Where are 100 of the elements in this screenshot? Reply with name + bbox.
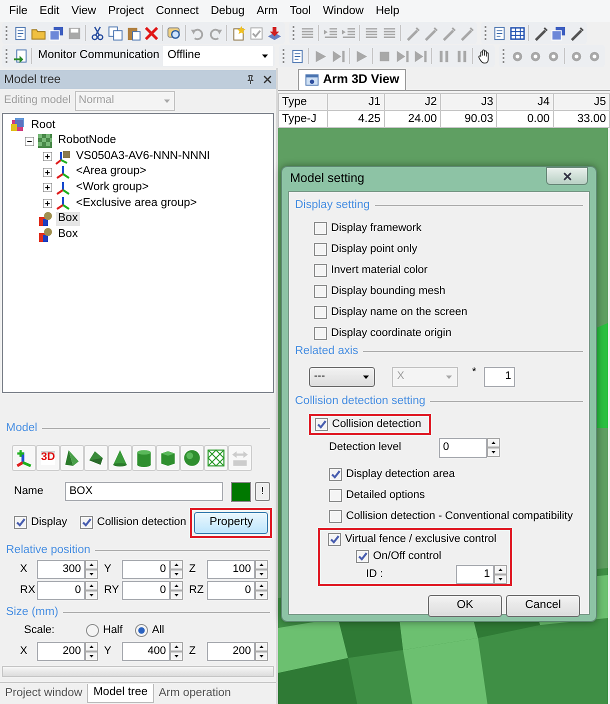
close-button[interactable] [546,167,588,186]
shape-button[interactable] [156,444,180,471]
horizontal-scrollbar[interactable] [2,666,274,678]
spin-button[interactable] [85,560,98,579]
shape-button[interactable] [84,444,108,471]
pen-icon[interactable] [532,26,548,41]
spin-button[interactable] [255,580,268,600]
tree-item[interactable]: VS050A3-AV6-NNN-NNNI [74,150,212,164]
color-swatch[interactable] [231,482,251,502]
pen-icon[interactable] [568,26,584,41]
spin-button[interactable] [85,642,98,661]
tree-item[interactable]: Box [56,212,80,226]
shape-button[interactable] [132,444,156,471]
spin-button[interactable] [255,560,268,579]
tree-item[interactable]: <Work group> [74,180,151,195]
spin-button[interactable] [487,438,500,458]
menu-item[interactable]: Debug [204,0,251,22]
shape-button[interactable] [108,444,132,471]
radio-button[interactable] [86,624,99,638]
shape-button[interactable] [60,444,84,471]
panel-tab[interactable]: Model tree [87,684,154,703]
number-field[interactable]: 1 [484,366,516,387]
name-field[interactable]: BOX [65,482,223,502]
number-field[interactable]: 100 [207,560,255,579]
import-icon[interactable] [12,48,28,64]
menu-item[interactable]: Help [370,0,406,22]
document-icon[interactable] [12,26,28,41]
panel-tab[interactable]: Project window [0,684,88,702]
new-document-icon[interactable] [230,26,246,41]
document-icon[interactable] [492,26,506,41]
document-tab[interactable]: Arm 3D View [298,68,406,90]
spin-button[interactable] [494,565,507,584]
number-field[interactable]: 400 [122,642,170,661]
clipboard-icon[interactable] [126,26,140,41]
toolbar-grip[interactable] [502,48,506,64]
menu-item[interactable]: Tool [284,0,317,22]
connection-dropdown[interactable]: Offline [163,46,274,66]
menu-item[interactable]: Edit [34,0,66,22]
toolbar-grip[interactable] [282,48,286,64]
toolbar-grip[interactable] [292,25,295,42]
menu-item[interactable]: Arm [250,0,284,22]
expand-toggle[interactable] [25,136,34,146]
menu-item[interactable]: File [3,0,34,22]
shape-button[interactable] [204,444,228,471]
tree-item[interactable]: Root [29,118,58,132]
spin-button[interactable] [85,580,98,600]
shape-button[interactable] [12,444,36,471]
number-field[interactable]: 300 [37,560,85,579]
checkbox[interactable] [314,222,327,235]
pin-icon[interactable] [246,74,255,85]
close-icon[interactable] [263,74,272,84]
dialog-button[interactable]: Cancel [506,594,580,617]
disks-icon[interactable] [550,26,566,41]
color-button[interactable]: ! [255,482,270,502]
dialog-button[interactable]: OK [428,594,502,617]
checkbox[interactable] [14,516,27,530]
scissors-icon[interactable] [90,26,104,41]
panel-tab[interactable]: Arm operation [154,684,236,702]
menu-item[interactable]: Window [316,0,370,22]
expand-toggle[interactable] [43,152,52,162]
shape-button[interactable] [180,444,204,471]
copy-icon[interactable] [108,26,122,41]
checkbox[interactable] [356,550,369,563]
menu-item[interactable]: View [65,0,102,22]
tree-item[interactable]: RobotNode [56,134,118,148]
toolbar-grip[interactable] [5,48,8,64]
number-field[interactable]: 0 [122,560,170,579]
table-icon[interactable] [510,26,524,41]
number-field[interactable]: 0 [37,580,85,600]
expand-toggle[interactable] [43,168,52,177]
number-field[interactable]: 1 [456,565,494,584]
checkbox[interactable] [329,468,342,481]
spin-button[interactable] [255,642,268,661]
tree-item[interactable]: <Area group> [74,165,148,180]
number-field[interactable]: 0 [122,580,170,600]
number-field[interactable]: 200 [37,642,85,661]
property-button[interactable]: Property [194,512,268,534]
checkbox[interactable] [329,510,342,523]
number-field[interactable]: 0 [439,438,487,458]
checkbox[interactable] [328,533,341,546]
menu-item[interactable]: Connect [150,0,205,22]
spin-button[interactable] [170,642,183,661]
document-icon[interactable] [290,48,305,64]
toolbar-grip[interactable] [484,25,487,42]
number-field[interactable]: 0 [207,580,255,600]
checkbox[interactable] [315,418,328,431]
checkbox[interactable] [314,284,327,298]
spin-button[interactable] [170,560,183,579]
checkbox[interactable] [329,488,342,502]
checkbox[interactable] [314,242,327,256]
tree-item[interactable]: Box [56,228,80,242]
expand-toggle[interactable] [43,198,52,208]
axis-dropdown[interactable]: --- [309,366,375,387]
number-field[interactable]: 200 [207,642,255,661]
checkbox[interactable] [314,326,327,340]
spin-button[interactable] [170,580,183,600]
checkbox[interactable] [80,516,93,530]
delete-icon[interactable] [144,26,158,41]
download-icon[interactable] [266,26,282,41]
checkbox[interactable] [314,306,327,319]
